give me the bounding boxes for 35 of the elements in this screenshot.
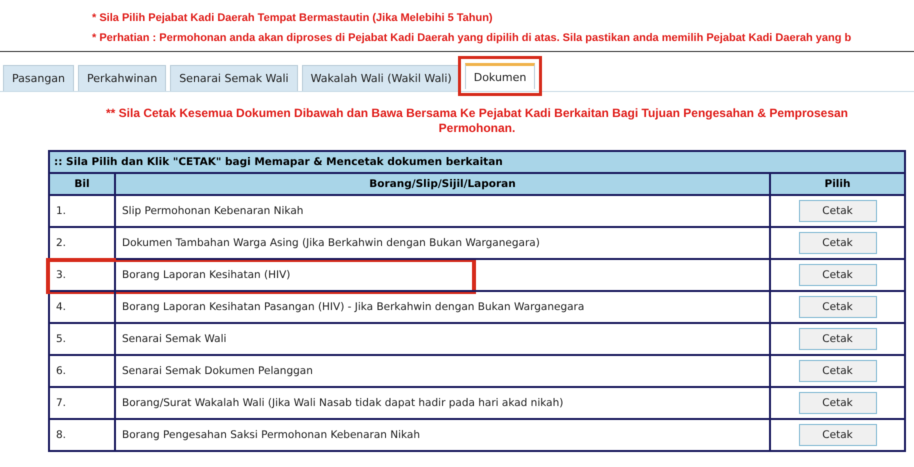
table-cell: Borang Laporan Kesihatan (HIV) xyxy=(116,258,771,290)
print-button[interactable]: Cetak xyxy=(798,360,876,382)
tab[interactable]: Perkahwinan xyxy=(78,65,166,91)
warning-notice: * Perhatian : Permohonan anda akan diproses di Pejabat Kadi Daerah yang dipilih di atas. Sila pastikan anda memilih Pejabat Kadi Daerah yang b xyxy=(92,31,852,45)
table-cell: 7. xyxy=(50,386,116,418)
table-title: :: Sila Pilih dan Klik "CETAK" bagi Memapar & Mencetak dokumen berkaitan xyxy=(50,152,904,174)
print-button[interactable]: Cetak xyxy=(798,392,876,414)
table-cell: Borang Laporan Kesihatan Pasangan (HIV) - Jika Berkahwin dengan Bukan Warganegara xyxy=(116,290,771,322)
table-cell: Senarai Semak Wali xyxy=(116,322,771,354)
table-cell: Slip Permohonan Kebenaran Nikah xyxy=(116,194,771,226)
table-cell: 2. xyxy=(50,226,116,258)
print-button[interactable]: Cetak xyxy=(798,296,876,318)
table-cell: Borang/Surat Wakalah Wali (Jika Wali Nasab tidak dapat hadir pada hari akad nikah) xyxy=(116,386,771,418)
table-cell: 6. xyxy=(50,354,116,386)
print-button[interactable]: Cetak xyxy=(798,424,876,446)
table-cell: 8. xyxy=(50,418,116,450)
print-button[interactable]: Cetak xyxy=(798,328,876,350)
print-button[interactable]: Cetak xyxy=(798,200,876,222)
instruction-text: ** Sila Cetak Kesemua Dokumen Dibawah dan Bawa Bersama Ke Pejabat Kadi Berkaitan Bagi Tujuan Pengesahan & Pemprosesan Permohonan. xyxy=(104,105,850,136)
tab[interactable]: Senarai Semak Wali xyxy=(170,65,298,91)
table-cell: Borang Pengesahan Saksi Permohonan Kebenaran Nikah xyxy=(116,418,771,450)
table-cell: Senarai Semak Dokumen Pelanggan xyxy=(116,354,771,386)
table-cell: 5. xyxy=(50,322,116,354)
column-header: Bil xyxy=(50,174,116,194)
warning-notice: * Sila Pilih Pejabat Kadi Daerah Tempat Bermastautin (Jika Melebihi 5 Tahun) xyxy=(92,11,494,25)
table-cell: Dokumen Tambahan Warga Asing (Jika Berkahwin dengan Bukan Warganegara) xyxy=(116,226,771,258)
column-header: Borang/Slip/Sijil/Laporan xyxy=(116,174,771,194)
table-cell: 4. xyxy=(50,290,116,322)
print-button[interactable]: Cetak xyxy=(798,232,876,254)
table-cell: 1. xyxy=(50,194,116,226)
tab[interactable]: Pasangan xyxy=(3,65,74,91)
print-button[interactable]: Cetak xyxy=(798,264,876,286)
column-header: Pilih xyxy=(771,174,904,194)
tab[interactable]: Wakalah Wali (Wakil Wali) xyxy=(302,65,461,91)
table-cell: 3. xyxy=(50,258,116,290)
